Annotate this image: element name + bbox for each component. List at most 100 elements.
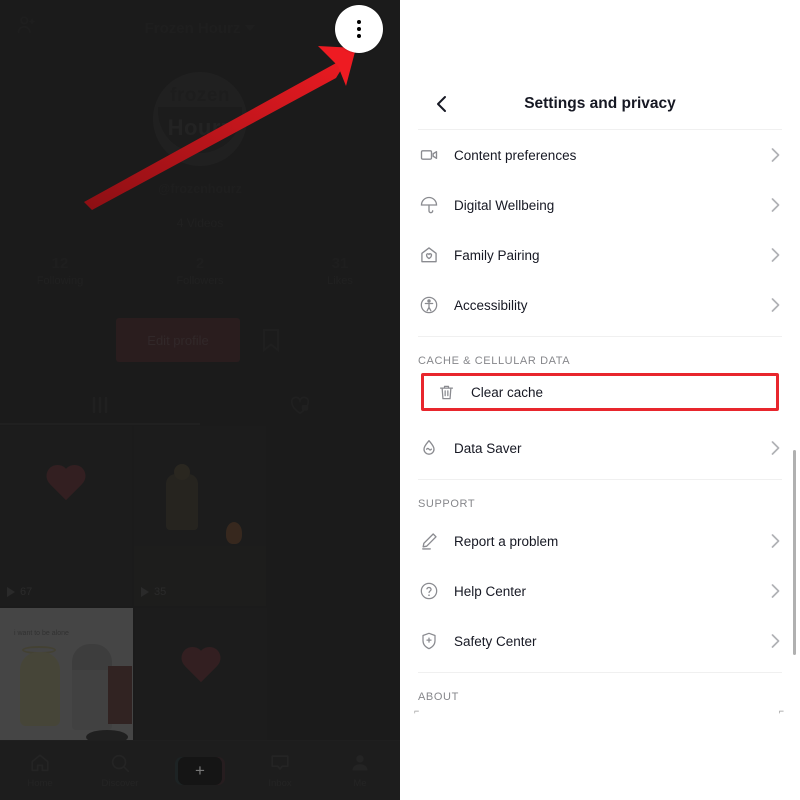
settings-item-label: Help Center: [454, 583, 527, 599]
nav-item-home[interactable]: Home: [0, 752, 80, 789]
settings-item-family-pairing[interactable]: Family Pairing: [418, 230, 782, 280]
question-circle-icon: [418, 580, 440, 602]
caret-down-icon: [245, 25, 256, 31]
settings-list[interactable]: Content preferences Digital Wellbeing Fa…: [400, 130, 800, 709]
shield-plus-icon: [418, 630, 440, 652]
video-play-count-value: 67: [20, 586, 33, 598]
umbrella-icon: [418, 194, 440, 216]
settings-item-label: Content preferences: [454, 147, 577, 163]
video-play-count-value: 35: [154, 586, 167, 598]
stat-likes[interactable]: 31 Likes: [300, 255, 380, 287]
video-play-count: 35: [141, 586, 166, 598]
profile-stats: 12 Following 2 Followers 31 Likes: [0, 255, 400, 287]
sketch-hair: [72, 644, 112, 670]
water-drop-icon: [418, 437, 440, 459]
video-thumbnail[interactable]: 67: [0, 426, 132, 606]
stat-likes-label: Likes: [327, 275, 353, 287]
settings-item-label: Safety Center: [454, 633, 537, 649]
stat-followers[interactable]: 2 Followers: [160, 255, 240, 287]
nav-item-me[interactable]: Me: [320, 752, 400, 789]
chevron-right-icon: [768, 441, 782, 455]
avatar[interactable]: frozen Hourz: [152, 72, 248, 168]
avatar-logo: frozen Hourz: [153, 72, 247, 166]
nav-item-discover-label: Discover: [101, 778, 139, 789]
logo-bottom-text: Hourz: [167, 114, 233, 140]
back-chevron-icon[interactable]: [432, 94, 452, 114]
video-grid: 67 35 i want to be alone: [0, 426, 400, 788]
campfire-flame: [226, 522, 242, 544]
stat-following[interactable]: 12 Following: [20, 255, 100, 287]
bottom-navigation: Home Discover + Inbox Me: [0, 740, 400, 800]
three-dots-vertical-icon[interactable]: [335, 5, 383, 53]
video-play-count: 67: [7, 586, 32, 598]
pencil-icon: [418, 530, 440, 552]
nav-item-discover[interactable]: Discover: [80, 752, 160, 789]
settings-scrollbar[interactable]: [793, 450, 796, 655]
chevron-right-icon: [768, 248, 782, 262]
play-icon: [7, 587, 15, 597]
logo-bowl-shape: Hourz: [158, 106, 242, 153]
crop-mark-right: ⌐: [778, 706, 784, 716]
video-thumbnail[interactable]: 35: [134, 426, 266, 606]
crop-mark-left: ⌐: [414, 706, 420, 716]
settings-item-label: Accessibility: [454, 297, 528, 313]
video-camera-icon: [418, 144, 440, 166]
active-tab-underline: [0, 423, 200, 425]
settings-item-digital-wellbeing[interactable]: Digital Wellbeing: [418, 180, 782, 230]
settings-item-label: Report a problem: [454, 533, 559, 549]
chevron-right-icon: [768, 198, 782, 212]
add-person-icon[interactable]: [16, 14, 38, 41]
sketch-red-shape: [108, 666, 132, 724]
section-title-cache: CACHE & CELLULAR DATA: [418, 355, 571, 367]
screenshot-root: Frozen Hourz frozen Hourz @frozenhourz 4…: [0, 0, 800, 800]
nav-item-inbox-label: Inbox: [268, 778, 292, 789]
stat-followers-value: 2: [195, 255, 205, 272]
create-plus-glyph: +: [178, 756, 222, 785]
settings-item-data-saver[interactable]: Data Saver: [418, 423, 782, 473]
campfire-art: [134, 426, 266, 606]
chevron-right-icon: [768, 148, 782, 162]
panel-top-spacer: [400, 0, 800, 78]
bookmark-icon[interactable]: [258, 325, 284, 355]
create-plus-icon[interactable]: +: [175, 756, 225, 785]
edit-profile-button[interactable]: Edit profile: [116, 318, 240, 362]
sketch-figure-a: [20, 652, 60, 726]
settings-item-accessibility[interactable]: Accessibility: [418, 280, 782, 330]
campfire-person: [166, 474, 198, 530]
profile-username-title[interactable]: Frozen Hourz: [145, 20, 256, 37]
settings-item-safety-center[interactable]: Safety Center: [418, 616, 782, 666]
profile-grid-tabs: [0, 385, 400, 425]
campfire-head: [174, 464, 190, 480]
settings-item-label: Clear cache: [471, 384, 544, 400]
play-icon: [141, 587, 149, 597]
profile-handle: @frozenhourz: [158, 182, 242, 196]
dot: [357, 27, 361, 31]
dot: [357, 20, 361, 24]
settings-item-label: Digital Wellbeing: [454, 197, 555, 213]
settings-item-help-center[interactable]: Help Center: [418, 566, 782, 616]
stat-following-label: Following: [36, 275, 84, 287]
chevron-right-icon: [768, 298, 782, 312]
section-title-about: ABOUT: [418, 691, 459, 703]
tiktok-profile-screen: Frozen Hourz frozen Hourz @frozenhourz 4…: [0, 0, 400, 800]
settings-header: Settings and privacy: [418, 78, 782, 130]
trash-icon: [435, 381, 457, 403]
dot: [357, 34, 361, 38]
settings-item-content-preferences[interactable]: Content preferences: [418, 130, 782, 180]
chevron-right-icon: [768, 584, 782, 598]
settings-item-report-a-problem[interactable]: Report a problem: [418, 516, 782, 566]
panel-bottom-spacer: [400, 728, 800, 800]
liked-tab[interactable]: [200, 385, 400, 425]
stat-following-value: 12: [51, 255, 69, 272]
nav-item-create[interactable]: +: [160, 756, 240, 785]
accessibility-icon: [418, 294, 440, 316]
sketch-caption: i want to be alone: [14, 630, 69, 637]
stat-followers-label: Followers: [176, 275, 224, 287]
settings-item-label: Family Pairing: [454, 247, 540, 263]
nav-item-inbox[interactable]: Inbox: [240, 752, 320, 789]
settings-item-clear-cache[interactable]: Clear cache: [421, 373, 779, 411]
posts-tab[interactable]: [0, 385, 200, 425]
house-heart-icon: [418, 244, 440, 266]
nav-item-me-label: Me: [353, 778, 367, 789]
chevron-right-icon: [768, 534, 782, 548]
